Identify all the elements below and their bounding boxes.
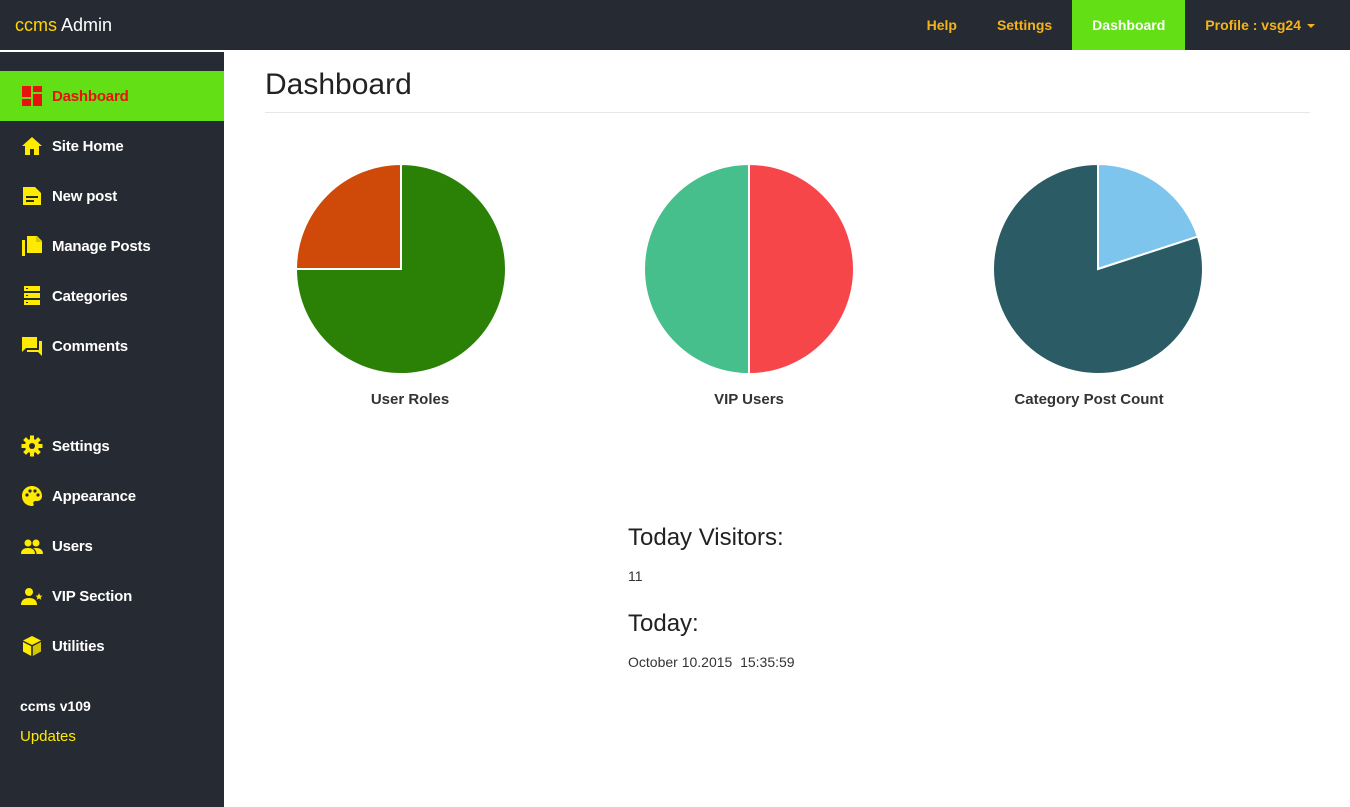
- sidebar: Dashboard Site Home New post Manage Post…: [0, 50, 224, 807]
- page-title: Dashboard: [265, 68, 412, 101]
- nav-help-link[interactable]: Help: [907, 0, 977, 50]
- sidebar-item-users[interactable]: Users: [0, 521, 224, 571]
- sidebar-item-vip-section[interactable]: VIP Section: [0, 571, 224, 621]
- sidebar-item-label: Utilities: [52, 637, 105, 655]
- sidebar-item-label: VIP Section: [52, 587, 133, 605]
- vip-user-icon: [21, 585, 43, 607]
- sidebar-item-label: Dashboard: [52, 87, 129, 105]
- brand-logo[interactable]: ccms Admin: [15, 14, 112, 36]
- pie-slice-1[interactable]: [294, 162, 402, 270]
- nav-settings-link[interactable]: Settings: [977, 0, 1072, 50]
- pie-svg: [294, 162, 507, 375]
- pie-svg: [643, 162, 855, 376]
- sidebar-item-label: Manage Posts: [52, 237, 151, 255]
- sidebar-item-label: New post: [52, 187, 118, 205]
- today-datetime-value: October 10.2015 15:35:59: [628, 654, 795, 670]
- today-visitors-value: 11: [628, 568, 643, 584]
- new-post-icon: [21, 185, 43, 207]
- sidebar-item-label: Site Home: [52, 137, 124, 155]
- sidebar-item-dashboard[interactable]: Dashboard: [0, 71, 224, 121]
- pie-slice-1[interactable]: [643, 162, 750, 376]
- sidebar-item-label: Settings: [52, 437, 110, 455]
- updates-link[interactable]: Updates: [20, 728, 76, 745]
- dashboard-icon: [21, 85, 43, 107]
- sidebar-item-comments[interactable]: Comments: [0, 321, 224, 371]
- chart-label-category-post-count: Category Post Count: [1014, 391, 1164, 408]
- cube-icon: [21, 635, 43, 657]
- brand-suffix: Admin: [57, 15, 113, 35]
- user-roles-pie-chart: [294, 162, 507, 375]
- sidebar-item-utilities[interactable]: Utilities: [0, 621, 224, 671]
- categories-icon: [21, 285, 43, 307]
- sidebar-item-settings[interactable]: Settings: [0, 421, 224, 471]
- home-icon: [21, 135, 43, 157]
- category-post-count-pie-chart: [992, 162, 1204, 375]
- version-label: ccms v109: [20, 698, 91, 714]
- today-heading: Today:: [628, 610, 699, 637]
- nav-dashboard-link[interactable]: Dashboard: [1072, 0, 1186, 50]
- sidebar-item-appearance[interactable]: Appearance: [0, 471, 224, 521]
- chart-label-user-roles: User Roles: [370, 391, 450, 408]
- sidebar-item-manage-posts[interactable]: Manage Posts: [0, 221, 224, 271]
- sidebar-item-label: Appearance: [52, 487, 136, 505]
- chart-label-vip-users: VIP Users: [714, 391, 784, 408]
- sidebar-item-site-home[interactable]: Site Home: [0, 121, 224, 171]
- nav-profile-dropdown[interactable]: Profile : vsg24: [1185, 0, 1335, 50]
- caret-down-icon: [1307, 24, 1315, 29]
- today-visitors-heading: Today Visitors:: [628, 524, 784, 551]
- top-nav-links: Help Settings Dashboard Profile : vsg24: [907, 0, 1335, 50]
- gear-icon: [21, 435, 43, 457]
- title-divider: [265, 112, 1310, 113]
- top-navbar: ccms Admin Help Settings Dashboard Profi…: [0, 0, 1350, 50]
- sidebar-item-categories[interactable]: Categories: [0, 271, 224, 321]
- brand-name: ccms: [15, 15, 57, 35]
- vip-users-pie-chart: [643, 162, 855, 376]
- profile-label: Profile : vsg24: [1205, 17, 1301, 33]
- pie-slice-0[interactable]: [748, 162, 855, 376]
- sidebar-item-label: Users: [52, 537, 93, 555]
- users-icon: [21, 535, 43, 557]
- manage-posts-icon: [21, 235, 43, 257]
- palette-icon: [21, 485, 43, 507]
- pie-svg: [992, 162, 1204, 375]
- sidebar-item-new-post[interactable]: New post: [0, 171, 224, 221]
- sidebar-item-label: Comments: [52, 337, 128, 355]
- sidebar-item-label: Categories: [52, 287, 128, 305]
- comments-icon: [21, 335, 43, 357]
